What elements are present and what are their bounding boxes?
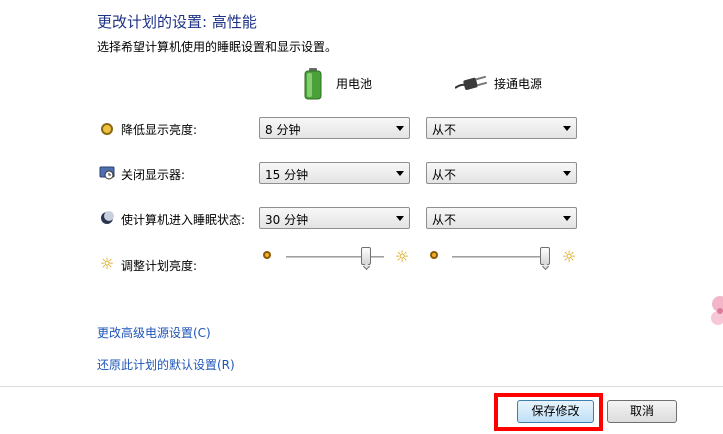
display-off-battery-select[interactable]: 15 分钟 [259,162,410,184]
highlight-box [494,393,603,431]
plug-icon [454,74,489,92]
brightness-plugged-slider[interactable] [452,247,550,267]
brightness-battery-slider[interactable] [286,247,384,267]
dim-display-battery-select[interactable]: 8 分钟 [259,117,410,139]
footer-divider [0,386,723,387]
brightness-low-icon [263,251,271,259]
column-battery-label: 用电池 [336,77,373,91]
chevron-down-icon [563,171,571,176]
brightness-high-icon: ☼ [561,247,577,266]
brightness-low-icon [430,251,438,259]
restore-defaults-link[interactable]: 还原此计划的默认设置(R) [97,356,235,373]
brightness-label: 调整计划亮度: [121,259,198,273]
cancel-button[interactable]: 取消 [607,400,677,423]
decorative-flower-icon [706,294,723,328]
sleep-battery-select[interactable]: 30 分钟 [259,207,410,229]
select-value: 从不 [432,168,457,182]
dim-display-icon [99,121,115,137]
advanced-power-settings-link[interactable]: 更改高级电源设置(C) [97,324,211,341]
chevron-down-icon [396,126,404,131]
select-value: 8 分钟 [265,123,301,137]
dim-display-plugged-select[interactable]: 从不 [426,117,577,139]
sleep-label: 使计算机进入睡眠状态: [121,213,246,227]
select-value: 30 分钟 [265,213,309,227]
page-title: 更改计划的设置: 高性能 [97,13,257,31]
brightness-high-icon: ☼ [394,247,410,266]
sleep-plugged-select[interactable]: 从不 [426,207,577,229]
slider-track [452,256,550,259]
select-value: 15 分钟 [265,168,309,182]
battery-icon [304,68,322,100]
display-off-icon [99,165,115,181]
select-value: 从不 [432,123,457,137]
chevron-down-icon [396,216,404,221]
select-value: 从不 [432,213,457,227]
display-off-plugged-select[interactable]: 从不 [426,162,577,184]
chevron-down-icon [396,171,404,176]
page-subtitle: 选择希望计算机使用的睡眠设置和显示设置。 [97,40,338,54]
slider-thumb[interactable] [540,247,550,265]
dim-display-label: 降低显示亮度: [121,123,198,137]
chevron-down-icon [563,126,571,131]
slider-thumb[interactable] [361,247,371,265]
column-plugged-label: 接通电源 [494,77,543,91]
brightness-sun-icon: ☼ [99,254,115,273]
chevron-down-icon [563,216,571,221]
display-off-label: 关闭显示器: [121,168,186,182]
sleep-moon-icon [99,210,115,226]
